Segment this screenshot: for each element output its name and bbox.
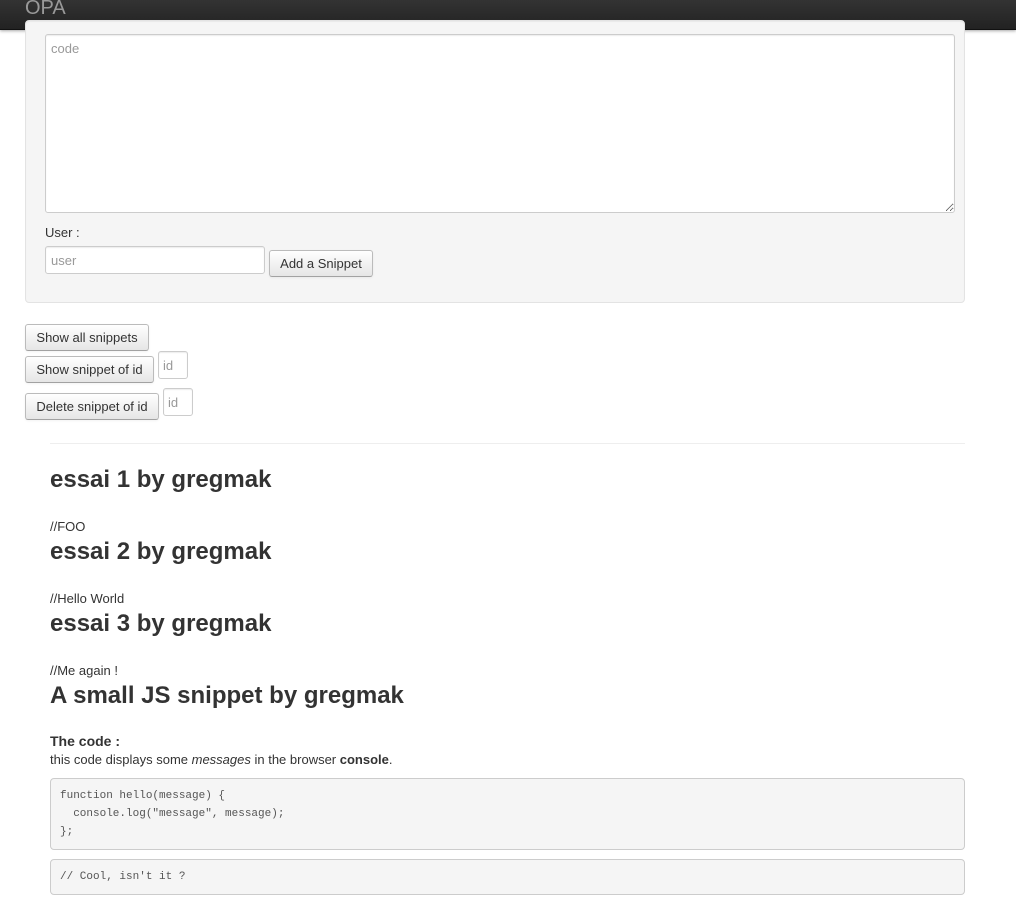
snippet-title: essai 1 by gregmak — [50, 466, 272, 493]
show-id-input[interactable] — [158, 351, 188, 379]
snippet-description: this code displays some messages in the … — [50, 752, 393, 767]
add-snippet-button[interactable]: Add a Snippet — [269, 250, 373, 277]
snippet-title: A small JS snippet by gregmak — [50, 682, 404, 709]
snippet-code: //Me again ! — [50, 663, 118, 678]
snippet-title: essai 3 by gregmak — [50, 610, 272, 637]
snippet-code: //FOO — [50, 519, 86, 534]
divider — [50, 443, 965, 444]
snippet-code: //Hello World — [50, 591, 125, 606]
comment-block: // Cool, isn't it ? — [50, 859, 965, 895]
user-label: User : — [45, 225, 80, 240]
delete-snippet-by-id-button[interactable]: Delete snippet of id — [25, 393, 159, 420]
desc-emphasis: messages — [191, 752, 251, 767]
delete-id-input[interactable] — [163, 388, 193, 416]
desc-text: this code displays some — [50, 752, 192, 767]
show-snippet-by-id-button[interactable]: Show snippet of id — [25, 356, 154, 383]
desc-text: in the browser — [250, 752, 340, 767]
desc-strong: console — [339, 752, 389, 767]
code-heading: The code : — [50, 733, 121, 749]
show-all-snippets-button[interactable]: Show all snippets — [25, 324, 149, 351]
user-input[interactable] — [45, 246, 265, 274]
snippet-title: essai 2 by gregmak — [50, 538, 272, 565]
brand-logo[interactable]: OPA — [25, 0, 66, 20]
code-textarea[interactable] — [45, 34, 955, 213]
desc-text: . — [388, 752, 393, 767]
code-block: function hello(message) { console.log("m… — [50, 778, 965, 850]
